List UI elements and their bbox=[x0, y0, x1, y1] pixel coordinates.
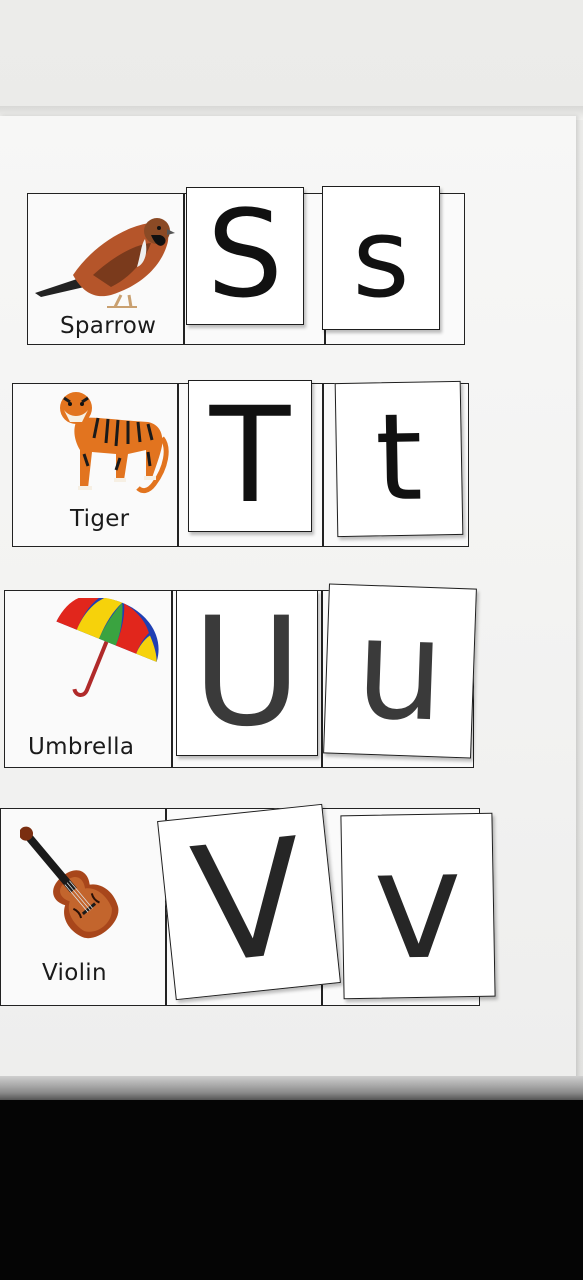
sparrow-icon bbox=[35, 218, 175, 308]
letter-card-lowercase[interactable]: u bbox=[323, 583, 477, 759]
cell-divider bbox=[177, 384, 179, 546]
letter-card-lowercase[interactable]: s bbox=[322, 186, 440, 330]
word-label: Umbrella bbox=[28, 734, 135, 760]
word-label: Violin bbox=[42, 960, 107, 986]
letter-card-uppercase[interactable]: T bbox=[188, 380, 312, 532]
letter-glyph: S bbox=[206, 186, 284, 325]
letter-glyph: s bbox=[352, 194, 410, 322]
letter-card-uppercase[interactable]: V bbox=[157, 802, 341, 1001]
cell-divider bbox=[321, 591, 323, 767]
cell-divider bbox=[171, 591, 173, 767]
board-frame-edge bbox=[0, 1076, 583, 1100]
letter-glyph: v bbox=[372, 818, 464, 994]
tiger-icon bbox=[60, 392, 169, 494]
letter-glyph: t bbox=[374, 388, 424, 529]
letter-card-lowercase[interactable]: t bbox=[334, 380, 464, 538]
umbrella-icon bbox=[56, 598, 159, 697]
cell-divider bbox=[183, 194, 185, 344]
letter-glyph: U bbox=[192, 586, 302, 760]
letter-glyph: u bbox=[352, 587, 448, 754]
letter-card-uppercase[interactable]: U bbox=[176, 590, 318, 756]
violin-icon bbox=[20, 826, 119, 939]
word-label: Sparrow bbox=[60, 313, 157, 339]
letter-glyph: T bbox=[209, 379, 291, 533]
dark-floor bbox=[0, 1100, 583, 1280]
letter-glyph: V bbox=[184, 802, 314, 1001]
letter-card-uppercase[interactable]: S bbox=[186, 187, 304, 325]
word-label: Tiger bbox=[70, 506, 130, 532]
cell-divider bbox=[322, 384, 324, 546]
letter-card-lowercase[interactable]: v bbox=[340, 812, 496, 1000]
